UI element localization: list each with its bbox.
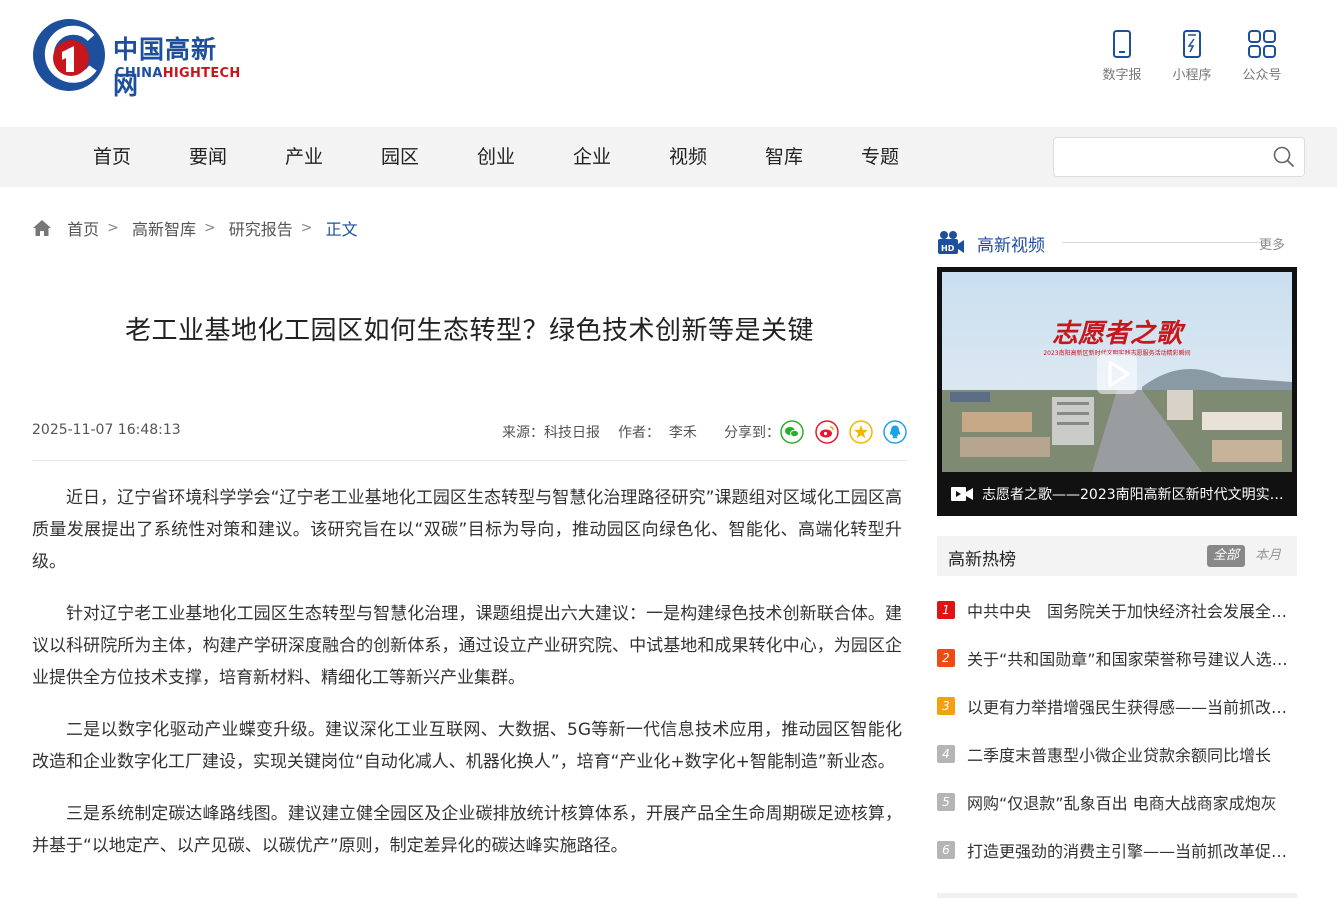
rank-badge: 5 (937, 793, 955, 811)
video-caption: 志愿者之歌——2023南阳高新区新时代文明实践志愿服务展示 (951, 483, 1287, 505)
rank-badge: 4 (937, 745, 955, 763)
video-thumbnail-image: 志愿者之歌 2023南阳高新区新时代文明实践志愿服务活动精彩瞬间 (942, 272, 1292, 472)
nav-item-parks[interactable]: 园区 (381, 127, 419, 187)
grid-icon (1248, 30, 1276, 58)
nav-item-industry[interactable]: 产业 (285, 127, 323, 187)
breadcrumb: 首页 > 高新智库 > 研究报告 > 正文 (32, 216, 358, 240)
article-source: 来源：科技日报 (502, 425, 600, 441)
quick-link-official-account[interactable]: 公众号 (1232, 30, 1292, 83)
section-divider-line (1062, 242, 1262, 243)
nav-item-enterprise[interactable]: 企业 (573, 127, 611, 187)
sidebar-bottom-divider (937, 893, 1297, 898)
hot-item-title: 关于“共和国勋章”和国家荣誉称号建议人选的公示 (967, 650, 1297, 669)
thumbnail-title-text: 志愿者之歌 (1052, 319, 1186, 349)
hot-item-title: 网购“仅退款”乱象百出 电商大战商家成炮灰 (967, 794, 1277, 813)
quick-link-label: 数字报 (1102, 68, 1142, 83)
site-logo[interactable]: 中国高新网 CHINAHIGHTECH (31, 16, 241, 100)
site-header: 中国高新网 CHINAHIGHTECH 数字报 小程序 公众号 (0, 0, 1337, 127)
video-caption-text: 志愿者之歌——2023南阳高新区新时代文明实践志愿服务展示 (982, 487, 1287, 503)
logo-mark-icon (33, 19, 105, 91)
quick-link-mini-program[interactable]: 小程序 (1162, 30, 1222, 83)
hot-list-header: 高新热榜 全部 本月 (937, 536, 1297, 576)
weibo-icon[interactable] (815, 420, 839, 444)
video-more-link[interactable]: 更多 (1259, 234, 1285, 253)
qq-icon[interactable] (883, 420, 907, 444)
video-section-title: 高新视频 (977, 236, 1045, 256)
tab-all[interactable]: 全部 (1207, 545, 1246, 567)
quick-link-label: 公众号 (1242, 68, 1282, 83)
main-nav: 首页 要闻 产业 园区 创业 企业 视频 智库 专题 (0, 127, 1337, 187)
home-icon[interactable] (32, 219, 52, 237)
nav-item-startup[interactable]: 创业 (477, 127, 515, 187)
qzone-icon[interactable] (849, 420, 873, 444)
rank-badge: 3 (937, 697, 955, 715)
article-date: 2025-11-07 16:48:13 (32, 422, 181, 438)
breadcrumb-research-report[interactable]: 研究报告 (229, 220, 293, 239)
article-author: 作者： 李禾 (618, 425, 697, 441)
hot-list-item[interactable]: 4 二季度末普惠型小微企业贷款余额同比增长 (937, 732, 1297, 780)
search-box (1053, 137, 1305, 177)
article-title: 老工业基地化工园区如何生态转型？绿色技术创新等是关键 (124, 316, 814, 346)
video-thumbnail: 志愿者之歌 2023南阳高新区新时代文明实践志愿服务活动精彩瞬间 (942, 272, 1292, 472)
article-paragraph: 针对辽宁老工业基地化工园区生态转型与智慧化治理，课题组提出六大建议：一是构建绿色… (32, 604, 902, 688)
breadcrumb-home[interactable]: 首页 (67, 220, 99, 239)
quick-link-digital-paper[interactable]: 数字报 (1092, 30, 1152, 83)
nav-item-home[interactable]: 首页 (93, 127, 131, 187)
article-meta: 2025-11-07 16:48:13 来源：科技日报 作者： 李禾 分享到： (32, 420, 907, 444)
breadcrumb-current: 正文 (325, 220, 358, 239)
hot-list: 1 中共中央 国务院关于加快经济社会发展全面绿色转型的意见 2 关于“共和国勋章… (937, 588, 1297, 876)
logo-en-part2: HIGHTECH (162, 66, 241, 81)
hot-list-item[interactable]: 2 关于“共和国勋章”和国家荣誉称号建议人选的公示 (937, 636, 1297, 684)
video-section-header: HD 高新视频 更多 (937, 228, 1297, 258)
svg-text:HD: HD (941, 244, 955, 253)
hot-item-title: 中共中央 国务院关于加快经济社会发展全面绿色转型的意见 (967, 602, 1297, 621)
article-paragraph: 三是系统制定碳达峰路线图。建议建立健全园区及企业碳排放统计核算体系，开展产品全生… (32, 804, 902, 856)
nav-item-video[interactable]: 视频 (669, 127, 707, 187)
featured-video[interactable]: 志愿者之歌 2023南阳高新区新时代文明实践志愿服务活动精彩瞬间 志愿者之歌——… (937, 267, 1297, 516)
share-label: 分享到： (724, 425, 780, 441)
rank-badge: 6 (937, 841, 955, 859)
hd-video-icon: HD (938, 231, 964, 254)
search-icon[interactable] (1273, 146, 1295, 168)
phone-icon (1113, 30, 1131, 58)
mini-program-icon (1183, 30, 1201, 58)
nav-item-topics[interactable]: 专题 (861, 127, 899, 187)
breadcrumb-separator: > (300, 220, 313, 236)
breadcrumb-separator: > (203, 220, 216, 236)
hot-list-item[interactable]: 5 网购“仅退款”乱象百出 电商大战商家成炮灰 (937, 780, 1297, 828)
hot-item-title: 以更有力举措增强民生获得感——当前抓改革促发展观察 (967, 698, 1297, 717)
article-paragraph: 近日，辽宁省环境科学学会“辽宁老工业基地化工园区生态转型与智慧化治理路径研究”课… (32, 488, 902, 572)
article-paragraph: 二是以数字化驱动产业蝶变升级。建议深化工业互联网、大数据、5G等新一代信息技术应… (32, 720, 902, 772)
rank-badge: 1 (937, 601, 955, 619)
nav-item-news[interactable]: 要闻 (189, 127, 227, 187)
wechat-icon[interactable] (780, 420, 804, 444)
hot-list-item[interactable]: 1 中共中央 国务院关于加快经济社会发展全面绿色转型的意见 (937, 588, 1297, 636)
quick-link-label: 小程序 (1172, 68, 1212, 83)
rank-badge: 2 (937, 649, 955, 667)
tab-month[interactable]: 本月 (1249, 545, 1287, 567)
hot-item-title: 打造更强劲的消费主引擎——当前抓改革促发展观察 (967, 842, 1297, 861)
nav-item-think-tank[interactable]: 智库 (765, 127, 803, 187)
hot-list-item[interactable]: 6 打造更强劲的消费主引擎——当前抓改革促发展观察 (937, 828, 1297, 876)
logo-text-en: CHINAHIGHTECH (115, 66, 241, 81)
article-body: 近日，辽宁省环境科学学会“辽宁老工业基地化工园区生态转型与智慧化治理路径研究”课… (32, 482, 902, 882)
breadcrumb-separator: > (107, 220, 119, 236)
hot-list-item[interactable]: 3 以更有力举措增强民生获得感——当前抓改革促发展观察 (937, 684, 1297, 732)
logo-en-part1: CHINA (115, 66, 163, 81)
search-input[interactable] (1054, 138, 1254, 176)
video-play-icon (951, 487, 973, 501)
hot-item-title: 二季度末普惠型小微企业贷款余额同比增长 (967, 746, 1272, 765)
breadcrumb-think-tank[interactable]: 高新智库 (132, 220, 196, 239)
hot-list-title: 高新热榜 (948, 550, 1016, 570)
meta-divider (32, 460, 907, 461)
